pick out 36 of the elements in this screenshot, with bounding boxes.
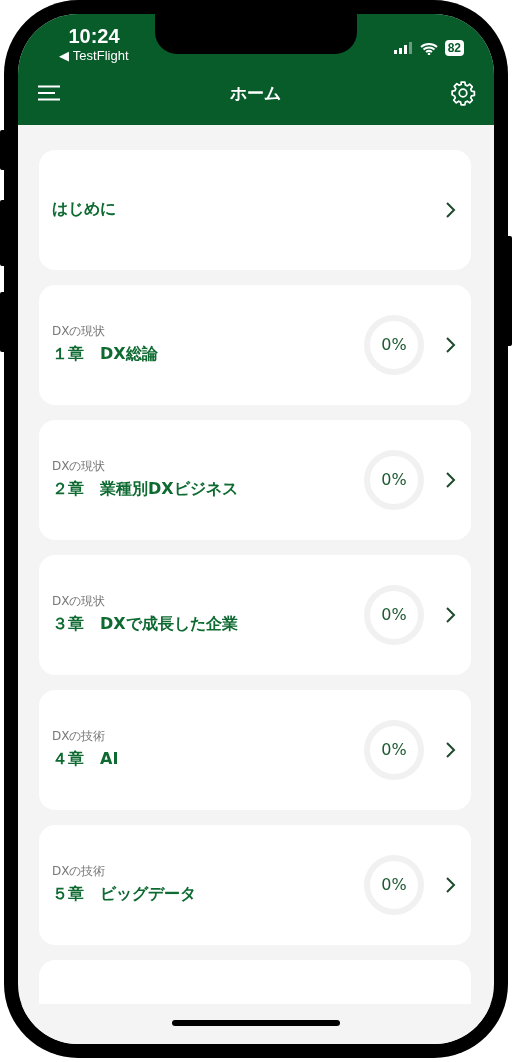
category-label: DXの現状 — [52, 593, 107, 610]
back-link[interactable]: ◀ TestFlight — [59, 48, 129, 64]
chevron-icon — [445, 741, 457, 759]
card-title: １章 DX総論 — [52, 344, 159, 365]
chevron-icon — [445, 471, 457, 489]
progress-percent: 0% — [380, 470, 408, 489]
progress-percent: 0% — [380, 875, 408, 894]
chevron-icon — [445, 336, 457, 354]
progress-percent: 0% — [380, 335, 408, 354]
chapter-card[interactable]: DXの技術 ５章 ビッグデータ 0% — [39, 825, 471, 945]
status-time: 10:24 — [68, 24, 120, 48]
card-title: ４章 AI — [52, 749, 120, 770]
chapter-card[interactable]: DXの現状 ２章 業種別DXビジネス 0% — [39, 420, 471, 540]
card-title: はじめに — [52, 198, 117, 220]
settings-icon[interactable] — [450, 80, 476, 106]
progress-percent: 0% — [380, 605, 408, 624]
card-title: ３章 DXで成長した企業 — [52, 614, 239, 635]
chapter-card[interactable]: DXの技術 ４章 AI 0% — [39, 690, 471, 810]
card-title: ５章 ビッグデータ — [52, 884, 197, 905]
chapter-card[interactable]: DXの現状 １章 DX総論 0% — [39, 285, 471, 405]
wifi-icon — [419, 41, 438, 55]
chevron-icon — [445, 876, 457, 894]
chevron-icon — [445, 201, 457, 219]
screen-title: ホーム — [229, 81, 281, 105]
signal-icon — [393, 42, 413, 54]
chapter-card[interactable]: はじめに — [39, 150, 471, 270]
battery-indicator: 82 — [444, 40, 464, 56]
chevron-icon — [445, 606, 457, 624]
menu-icon[interactable] — [38, 85, 60, 101]
card-title: ２章 業種別DXビジネス — [52, 479, 239, 500]
category-label: DXの現状 — [52, 323, 107, 340]
progress-percent: 0% — [380, 740, 408, 759]
category-label: DXの技術 — [52, 728, 107, 745]
category-label: DXの技術 — [52, 863, 107, 880]
category-label: DXの現状 — [52, 458, 107, 475]
chapter-card[interactable]: DXの現状 ３章 DXで成長した企業 0% — [39, 555, 471, 675]
